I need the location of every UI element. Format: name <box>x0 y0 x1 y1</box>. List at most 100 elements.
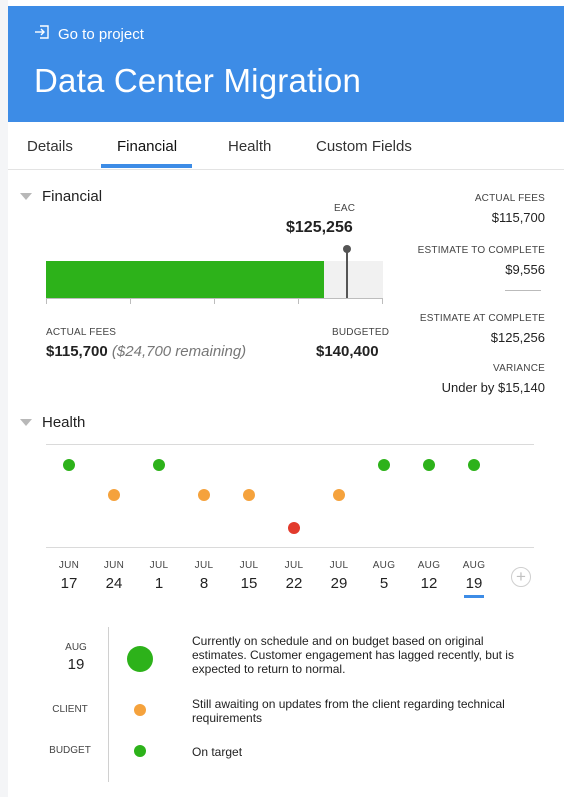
summary-variance-value: Under by $15,140 <box>441 380 545 395</box>
active-tab-indicator <box>101 164 192 168</box>
timeline-day: 1 <box>154 575 164 592</box>
eac-marker <box>346 252 348 298</box>
timeline-month: JUN <box>103 560 125 571</box>
summary-actual-fees-value: $115,700 <box>491 210 545 225</box>
timeline-month: JUL <box>329 560 349 571</box>
health-section-toggle[interactable]: Health <box>20 414 85 431</box>
timeline-month: AUG <box>462 560 486 571</box>
timeline-date[interactable]: JUN 24 <box>99 560 129 592</box>
caret-down-icon <box>20 419 32 426</box>
actual-fees-value: $115,700 <box>46 343 108 360</box>
tab-financial[interactable]: Financial <box>117 138 177 155</box>
client-status-note: Still awaiting on updates from the clien… <box>192 697 505 725</box>
timeline-date[interactable]: JUL 29 <box>324 560 354 592</box>
budget-status-note: On target <box>192 745 243 759</box>
health-chart-baseline <box>46 547 534 548</box>
summary-eac: ESTIMATE AT COMPLETE $125,256 <box>420 313 545 345</box>
actual-fees-label: ACTUAL FEES <box>46 327 117 338</box>
tab-bar: Details Financial Health Custom Fields <box>8 122 564 170</box>
bar-tick <box>46 298 47 304</box>
timeline-date[interactable]: AUG 5 <box>369 560 399 592</box>
plus-circle-icon: + <box>516 567 526 586</box>
client-status-dot <box>134 704 146 716</box>
summary-variance-label: VARIANCE <box>493 363 545 374</box>
bar-tick <box>382 298 383 304</box>
budgeted-label: BUDGETED <box>332 327 390 338</box>
health-point-good[interactable] <box>378 459 390 471</box>
timeline-day: 15 <box>240 575 258 592</box>
timeline-date[interactable]: JUL 1 <box>144 560 174 592</box>
overall-status-note: Currently on schedule and on budget base… <box>192 634 514 676</box>
timeline-date[interactable]: AUG 12 <box>414 560 444 592</box>
summary-eac-value: $125,256 <box>490 330 545 345</box>
enter-arrow-icon <box>34 24 50 44</box>
health-point-good[interactable] <box>153 459 165 471</box>
summary-variance: VARIANCE Under by $15,140 <box>442 363 545 395</box>
bar-tick <box>130 298 131 304</box>
timeline-date[interactable]: JUL 8 <box>189 560 219 592</box>
tab-health[interactable]: Health <box>228 138 271 155</box>
detail-month: AUG <box>65 642 87 653</box>
timeline-month: AUG <box>372 560 396 571</box>
caret-down-icon <box>20 193 32 200</box>
timeline-day: 22 <box>285 575 303 592</box>
bar-tick <box>298 298 299 304</box>
client-row-label: CLIENT <box>52 704 88 715</box>
summary-eac-label: ESTIMATE AT COMPLETE <box>419 313 545 324</box>
project-page: Go to project Data Center Migration Deta… <box>0 0 564 797</box>
tab-details[interactable]: Details <box>27 138 73 155</box>
timeline-day: 5 <box>379 575 389 592</box>
eac-value: $125,256 <box>286 219 353 236</box>
timeline-month: JUN <box>58 560 80 571</box>
health-point-bad[interactable] <box>288 522 300 534</box>
summary-actual-fees-label: ACTUAL FEES <box>474 193 545 204</box>
overall-status-dot <box>127 646 153 672</box>
detail-date: AUG 19 <box>46 642 106 673</box>
go-to-project-label: Go to project <box>58 25 144 43</box>
health-chart-top-line <box>46 444 534 445</box>
tab-custom-fields[interactable]: Custom Fields <box>316 138 412 155</box>
budget-status-dot <box>134 745 146 757</box>
timeline-day: 8 <box>199 575 209 592</box>
financial-section-title: Financial <box>42 188 103 205</box>
timeline-day: 29 <box>330 575 348 592</box>
summary-actual-fees: ACTUAL FEES $115,700 <box>475 193 545 225</box>
budgeted-value: $140,400 <box>316 343 379 360</box>
timeline-date[interactable]: JUN 17 <box>54 560 84 592</box>
detail-divider <box>108 627 109 782</box>
summary-divider <box>505 290 541 291</box>
left-gutter <box>0 0 8 797</box>
remaining-text: ($24,700 remaining) <box>111 343 247 360</box>
health-point-warn[interactable] <box>198 489 210 501</box>
summary-etc-label: ESTIMATE TO COMPLETE <box>417 245 545 256</box>
budget-row-label: BUDGET <box>49 745 91 756</box>
detail-day: 19 <box>67 656 85 673</box>
project-header: Go to project Data Center Migration <box>8 6 564 122</box>
health-point-good[interactable] <box>423 459 435 471</box>
eac-label: EAC <box>334 203 356 214</box>
timeline-day: 12 <box>420 575 438 592</box>
add-status-button[interactable]: + <box>511 567 531 587</box>
timeline-month: JUL <box>284 560 304 571</box>
budget-bar-track <box>46 261 383 298</box>
financial-section-toggle[interactable]: Financial <box>20 188 102 205</box>
health-point-warn[interactable] <box>108 489 120 501</box>
timeline-day: 17 <box>60 575 78 592</box>
timeline-month: JUL <box>239 560 259 571</box>
health-point-good[interactable] <box>468 459 480 471</box>
bar-tick <box>214 298 215 304</box>
timeline-month: JUL <box>149 560 169 571</box>
health-point-warn[interactable] <box>243 489 255 501</box>
health-point-good[interactable] <box>63 459 75 471</box>
health-section-title: Health <box>42 414 86 431</box>
timeline-date[interactable]: AUG 19 <box>459 560 489 592</box>
timeline-date[interactable]: JUL 22 <box>279 560 309 592</box>
timeline-date[interactable]: JUL 15 <box>234 560 264 592</box>
summary-etc-value: $9,556 <box>505 262 545 277</box>
health-point-warn[interactable] <box>333 489 345 501</box>
timeline-month: AUG <box>417 560 441 571</box>
go-to-project-link[interactable]: Go to project <box>34 24 144 44</box>
page-title: Data Center Migration <box>34 62 362 99</box>
timeline-day: 19 <box>465 575 483 592</box>
selected-date-indicator <box>464 595 484 598</box>
